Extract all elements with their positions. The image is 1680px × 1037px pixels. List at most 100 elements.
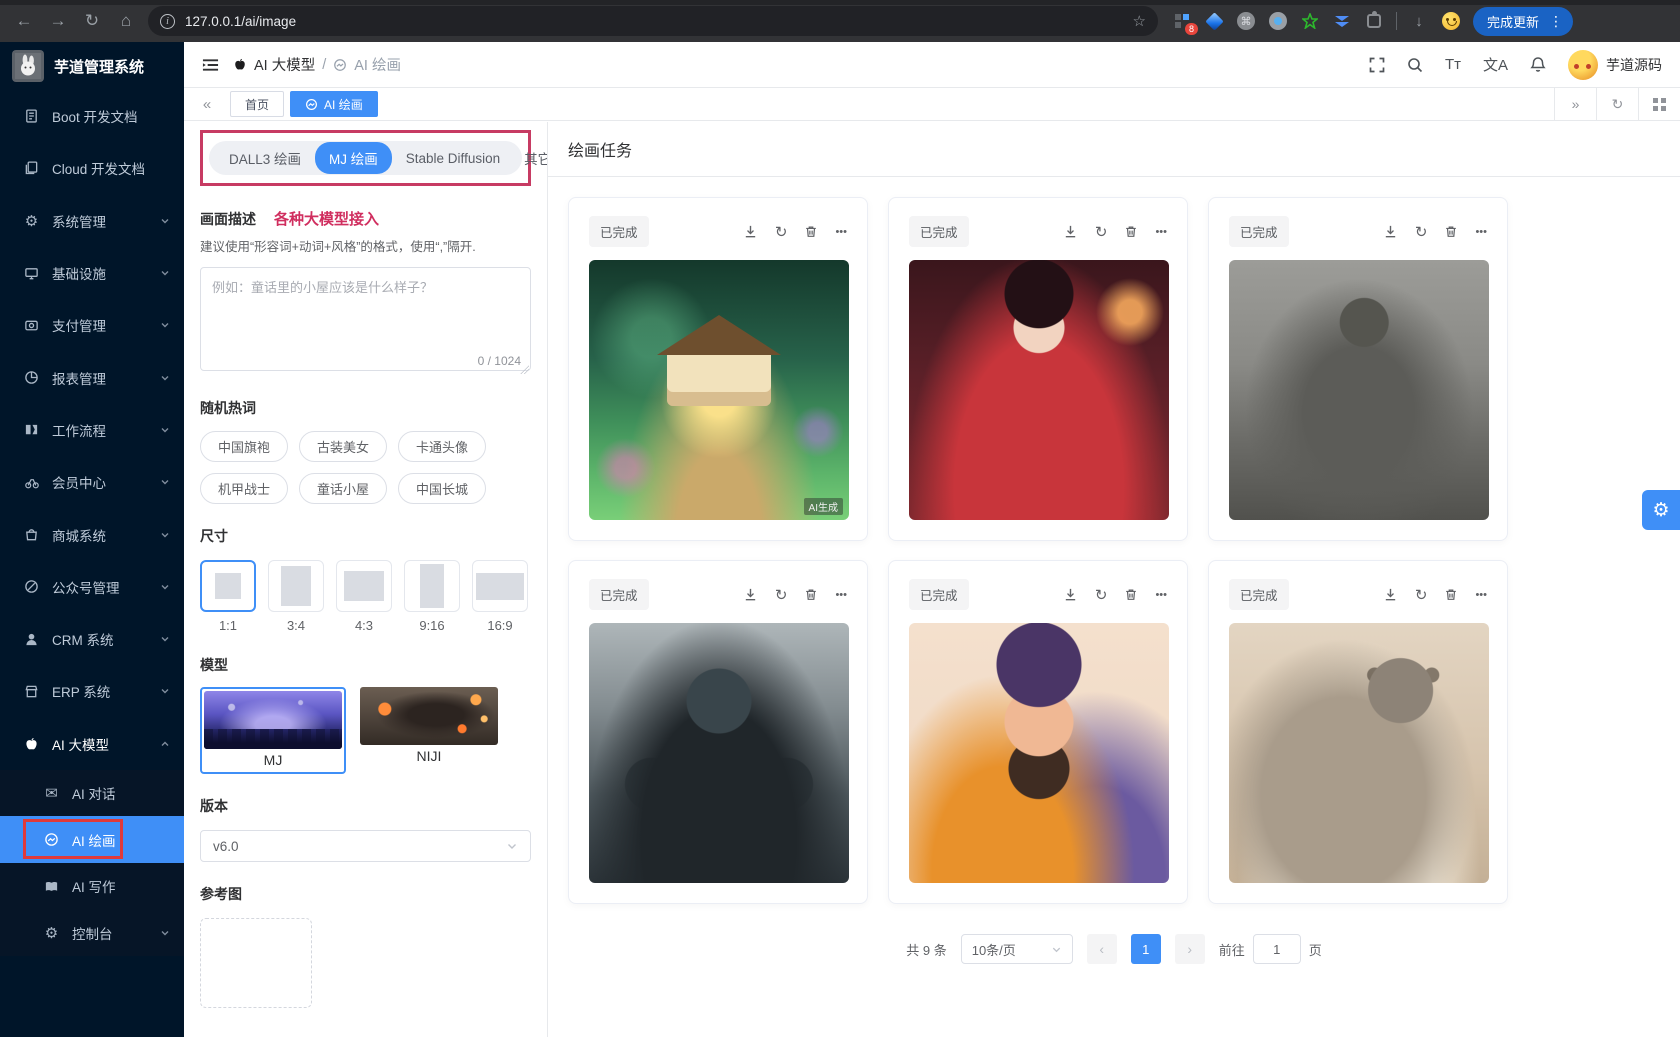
- back-icon[interactable]: ←: [12, 11, 36, 31]
- delete-icon[interactable]: [804, 224, 818, 239]
- address-bar[interactable]: i 127.0.0.1/ai/image ☆: [148, 6, 1158, 36]
- tab-other[interactable]: 其它: [514, 142, 548, 174]
- sidebar-item-cloud-docs[interactable]: Cloud 开发文档: [0, 142, 184, 194]
- collapse-menu-icon[interactable]: [202, 58, 219, 72]
- next-page-button[interactable]: ›: [1175, 934, 1205, 964]
- delete-icon[interactable]: [1124, 587, 1138, 602]
- site-info-icon[interactable]: i: [160, 14, 175, 29]
- delete-icon[interactable]: [1444, 587, 1458, 602]
- size-option-1-1[interactable]: 1:1: [200, 560, 256, 633]
- font-size-icon[interactable]: Tт: [1445, 56, 1461, 73]
- tabs-scroll-right-icon[interactable]: »: [1554, 88, 1596, 120]
- sidebar-item-ai-image[interactable]: AI 绘画: [0, 816, 184, 863]
- sidebar-item-members[interactable]: 会员中心: [0, 456, 184, 508]
- extension-grid-icon[interactable]: 8: [1172, 11, 1192, 31]
- extension-star-icon[interactable]: [1300, 11, 1320, 31]
- regenerate-icon[interactable]: ↻: [775, 223, 788, 241]
- sidebar-item-payment[interactable]: 支付管理: [0, 299, 184, 351]
- extension-puzzle-icon[interactable]: [1364, 11, 1384, 31]
- fullscreen-icon[interactable]: [1369, 57, 1385, 73]
- sidebar-item-console[interactable]: ⚙ 控制台: [0, 910, 184, 957]
- regenerate-icon[interactable]: ↻: [1095, 223, 1108, 241]
- size-option-9-16[interactable]: 9:16: [404, 560, 460, 633]
- breadcrumb-parent[interactable]: AI 大模型: [254, 54, 315, 75]
- sidebar-item-infra[interactable]: 基础设施: [0, 247, 184, 299]
- sidebar-item-ai-writing[interactable]: AI 写作: [0, 863, 184, 910]
- translate-icon[interactable]: 文A: [1483, 54, 1508, 75]
- page-1-button[interactable]: 1: [1131, 934, 1161, 964]
- reference-upload-dropzone[interactable]: [200, 918, 312, 1008]
- search-icon[interactable]: [1407, 57, 1423, 73]
- prev-page-button[interactable]: ‹: [1087, 934, 1117, 964]
- size-option-4-3[interactable]: 4:3: [336, 560, 392, 633]
- task-image[interactable]: [1229, 623, 1489, 883]
- browser-menu-icon[interactable]: ⋮: [1545, 13, 1567, 30]
- sidebar-item-crm[interactable]: CRM 系统: [0, 613, 184, 665]
- forward-icon[interactable]: →: [46, 11, 70, 31]
- goto-page-input[interactable]: [1253, 934, 1301, 964]
- extension-dot-icon[interactable]: [1268, 11, 1288, 31]
- hotword-chip[interactable]: 童话小屋: [299, 473, 387, 504]
- size-option-3-4[interactable]: 3:4: [268, 560, 324, 633]
- page-size-select[interactable]: 10条/页: [961, 934, 1073, 964]
- download-icon[interactable]: [1383, 587, 1398, 602]
- sidebar-item-system[interactable]: ⚙ 系统管理: [0, 195, 184, 247]
- hotword-chip[interactable]: 机甲战士: [200, 473, 288, 504]
- task-image[interactable]: [1229, 260, 1489, 520]
- regenerate-icon[interactable]: ↻: [1415, 223, 1428, 241]
- sidebar-item-ai-models[interactable]: AI 大模型: [0, 718, 184, 770]
- download-icon[interactable]: [1063, 224, 1078, 239]
- model-option-niji[interactable]: NIJI: [360, 687, 498, 774]
- regenerate-icon[interactable]: ↻: [1415, 586, 1428, 604]
- version-select[interactable]: v6.0: [200, 830, 531, 862]
- tabs-scroll-left-icon[interactable]: «: [192, 96, 222, 113]
- logo[interactable]: 芋道管理系统: [0, 42, 184, 90]
- task-image[interactable]: [589, 623, 849, 883]
- downloads-icon[interactable]: ↓: [1409, 11, 1429, 31]
- tab-mj[interactable]: MJ 绘画: [315, 142, 392, 174]
- tab-ai-image[interactable]: AI 绘画: [290, 91, 378, 117]
- home-icon[interactable]: ⌂: [114, 11, 138, 31]
- more-icon[interactable]: •••: [1475, 589, 1487, 601]
- regenerate-icon[interactable]: ↻: [1095, 586, 1108, 604]
- resize-handle[interactable]: [520, 365, 529, 374]
- hotword-chip[interactable]: 卡通头像: [398, 431, 486, 462]
- task-image[interactable]: [909, 623, 1169, 883]
- regenerate-icon[interactable]: ↻: [775, 586, 788, 604]
- tab-dall3[interactable]: DALL3 绘画: [219, 142, 311, 174]
- bookmark-star-icon[interactable]: ☆: [1133, 12, 1146, 30]
- more-icon[interactable]: •••: [1155, 589, 1167, 601]
- sidebar-item-boot-docs[interactable]: Boot 开发文档: [0, 90, 184, 142]
- hotword-chip[interactable]: 古装美女: [299, 431, 387, 462]
- more-icon[interactable]: •••: [835, 226, 847, 238]
- delete-icon[interactable]: [1124, 224, 1138, 239]
- tab-home[interactable]: 首页: [230, 91, 284, 117]
- delete-icon[interactable]: [804, 587, 818, 602]
- download-icon[interactable]: [1063, 587, 1078, 602]
- layout-grid-icon[interactable]: [1638, 88, 1680, 120]
- download-icon[interactable]: [1383, 224, 1398, 239]
- extension-kite-icon[interactable]: [1204, 11, 1224, 31]
- task-image[interactable]: [909, 260, 1169, 520]
- more-icon[interactable]: •••: [835, 589, 847, 601]
- size-option-16-9[interactable]: 16:9: [472, 560, 528, 633]
- tab-stable-diffusion[interactable]: Stable Diffusion: [396, 145, 510, 172]
- sidebar-item-reports[interactable]: 报表管理: [0, 351, 184, 403]
- extension-layers-icon[interactable]: [1332, 11, 1352, 31]
- refresh-page-icon[interactable]: ↻: [1596, 88, 1638, 120]
- url-text[interactable]: 127.0.0.1/ai/image: [185, 14, 1123, 29]
- sidebar-item-erp[interactable]: ERP 系统: [0, 665, 184, 717]
- hotword-chip[interactable]: 中国旗袍: [200, 431, 288, 462]
- delete-icon[interactable]: [1444, 224, 1458, 239]
- download-icon[interactable]: [743, 224, 758, 239]
- settings-fab-gear-icon[interactable]: ⚙: [1642, 490, 1680, 530]
- model-option-mj[interactable]: MJ: [200, 687, 346, 774]
- user-menu[interactable]: 芋道源码: [1568, 50, 1662, 80]
- more-icon[interactable]: •••: [1155, 226, 1167, 238]
- reload-icon[interactable]: ↻: [80, 11, 104, 31]
- sidebar-item-wechat[interactable]: 公众号管理: [0, 561, 184, 613]
- sidebar-item-mall[interactable]: 商城系统: [0, 508, 184, 560]
- profile-emoji-icon[interactable]: [1441, 11, 1461, 31]
- download-icon[interactable]: [743, 587, 758, 602]
- bell-icon[interactable]: [1530, 56, 1546, 73]
